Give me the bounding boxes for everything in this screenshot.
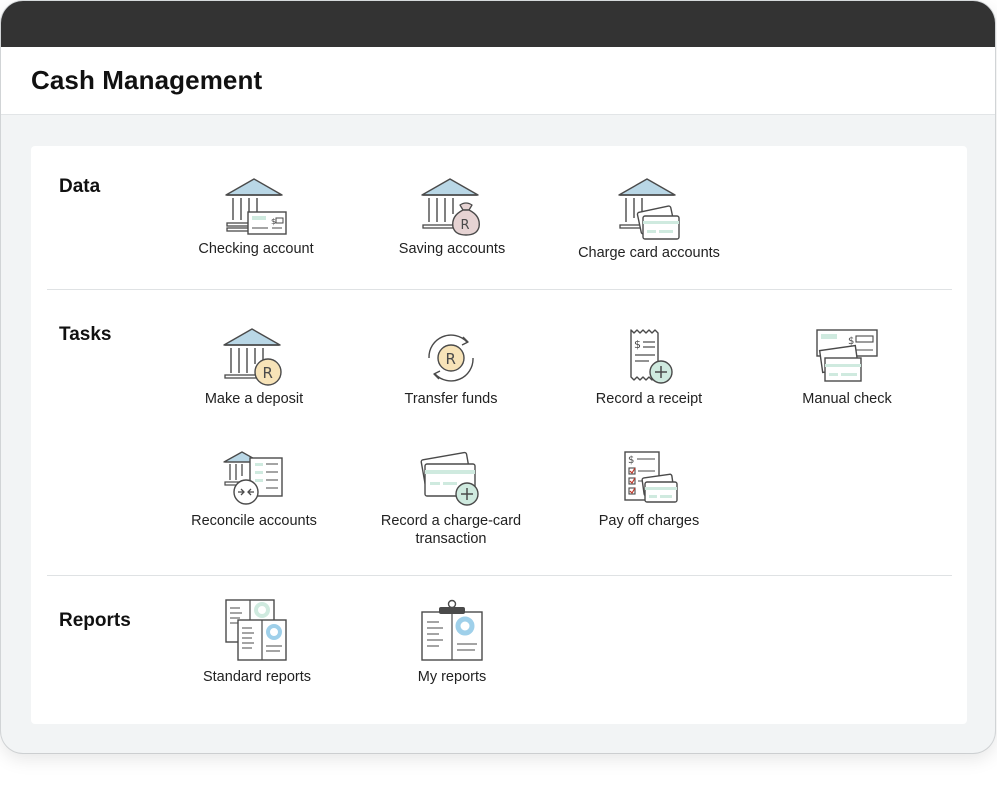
my-reports-label: My reports	[417, 669, 487, 685]
pay-off-charges-tile[interactable]: $ Pay off charges	[574, 450, 724, 530]
section-divider	[47, 289, 952, 290]
bank-coin-icon: R	[223, 328, 282, 386]
standard-reports-label: Standard reports	[202, 669, 311, 685]
transfer-funds-label: Transfer funds	[404, 391, 498, 407]
title-bar	[1, 1, 995, 47]
charge-card-accounts-label: Charge card accounts	[578, 245, 720, 261]
bank-cards-icon	[618, 178, 680, 240]
cash-management-panel: Data $ Checking account R Saving account…	[31, 146, 967, 724]
checking-account-tile[interactable]: $ Checking account	[181, 178, 331, 258]
section-title-reports: Reports	[59, 610, 131, 631]
svg-text:$: $	[634, 338, 641, 351]
section-title-data: Data	[59, 176, 101, 197]
reconcile-accounts-label: Reconcile accounts	[191, 513, 317, 529]
checklist-cards-icon: $	[624, 451, 678, 503]
section-divider	[47, 575, 952, 576]
reconcile-accounts-tile[interactable]: Reconcile accounts	[179, 450, 329, 530]
saving-accounts-tile[interactable]: R Saving accounts	[377, 178, 527, 258]
record-receipt-tile[interactable]: $ Record a receipt	[574, 328, 724, 408]
manual-check-label: Manual check	[802, 391, 892, 407]
manual-check-tile[interactable]: $ Manual check	[772, 328, 922, 408]
make-deposit-label: Make a deposit	[204, 391, 304, 407]
app-window: Cash Management Data $ Checking account	[1, 1, 995, 753]
record-receipt-label: Record a receipt	[595, 391, 703, 407]
charge-card-accounts-tile[interactable]: Charge card accounts	[574, 178, 724, 262]
svg-text:R: R	[263, 364, 273, 382]
checks-icon: $	[816, 329, 878, 382]
reports-stack-icon	[225, 599, 287, 661]
svg-text:$: $	[628, 455, 634, 466]
svg-text:$: $	[271, 217, 276, 226]
my-reports-tile[interactable]: My reports	[377, 598, 527, 686]
svg-text:R: R	[461, 218, 470, 233]
pay-off-charges-label: Pay off charges	[598, 513, 700, 529]
checking-account-label: Checking account	[198, 241, 314, 257]
svg-text:R: R	[446, 350, 456, 368]
section-title-tasks: Tasks	[59, 324, 112, 345]
transfer-funds-tile[interactable]: R Transfer funds	[376, 328, 526, 408]
clipboard-report-icon	[421, 599, 483, 661]
reconcile-icon	[223, 451, 283, 505]
make-deposit-tile[interactable]: R Make a deposit	[179, 328, 329, 408]
receipt-plus-icon: $	[630, 329, 673, 384]
record-charge-card-transaction-label: Record a charge-card transaction	[380, 513, 522, 547]
page-title: Cash Management	[31, 65, 263, 95]
standard-reports-tile[interactable]: Standard reports	[182, 598, 332, 686]
bank-check-icon: $	[225, 178, 287, 235]
saving-accounts-label: Saving accounts	[398, 241, 506, 257]
coin-cycle-icon: R	[428, 334, 474, 382]
cards-plus-icon	[420, 451, 479, 506]
page-header: Cash Management	[1, 47, 995, 115]
bank-moneybag-icon: R	[421, 178, 480, 236]
record-charge-card-transaction-tile[interactable]: Record a charge-card transaction	[376, 450, 526, 548]
